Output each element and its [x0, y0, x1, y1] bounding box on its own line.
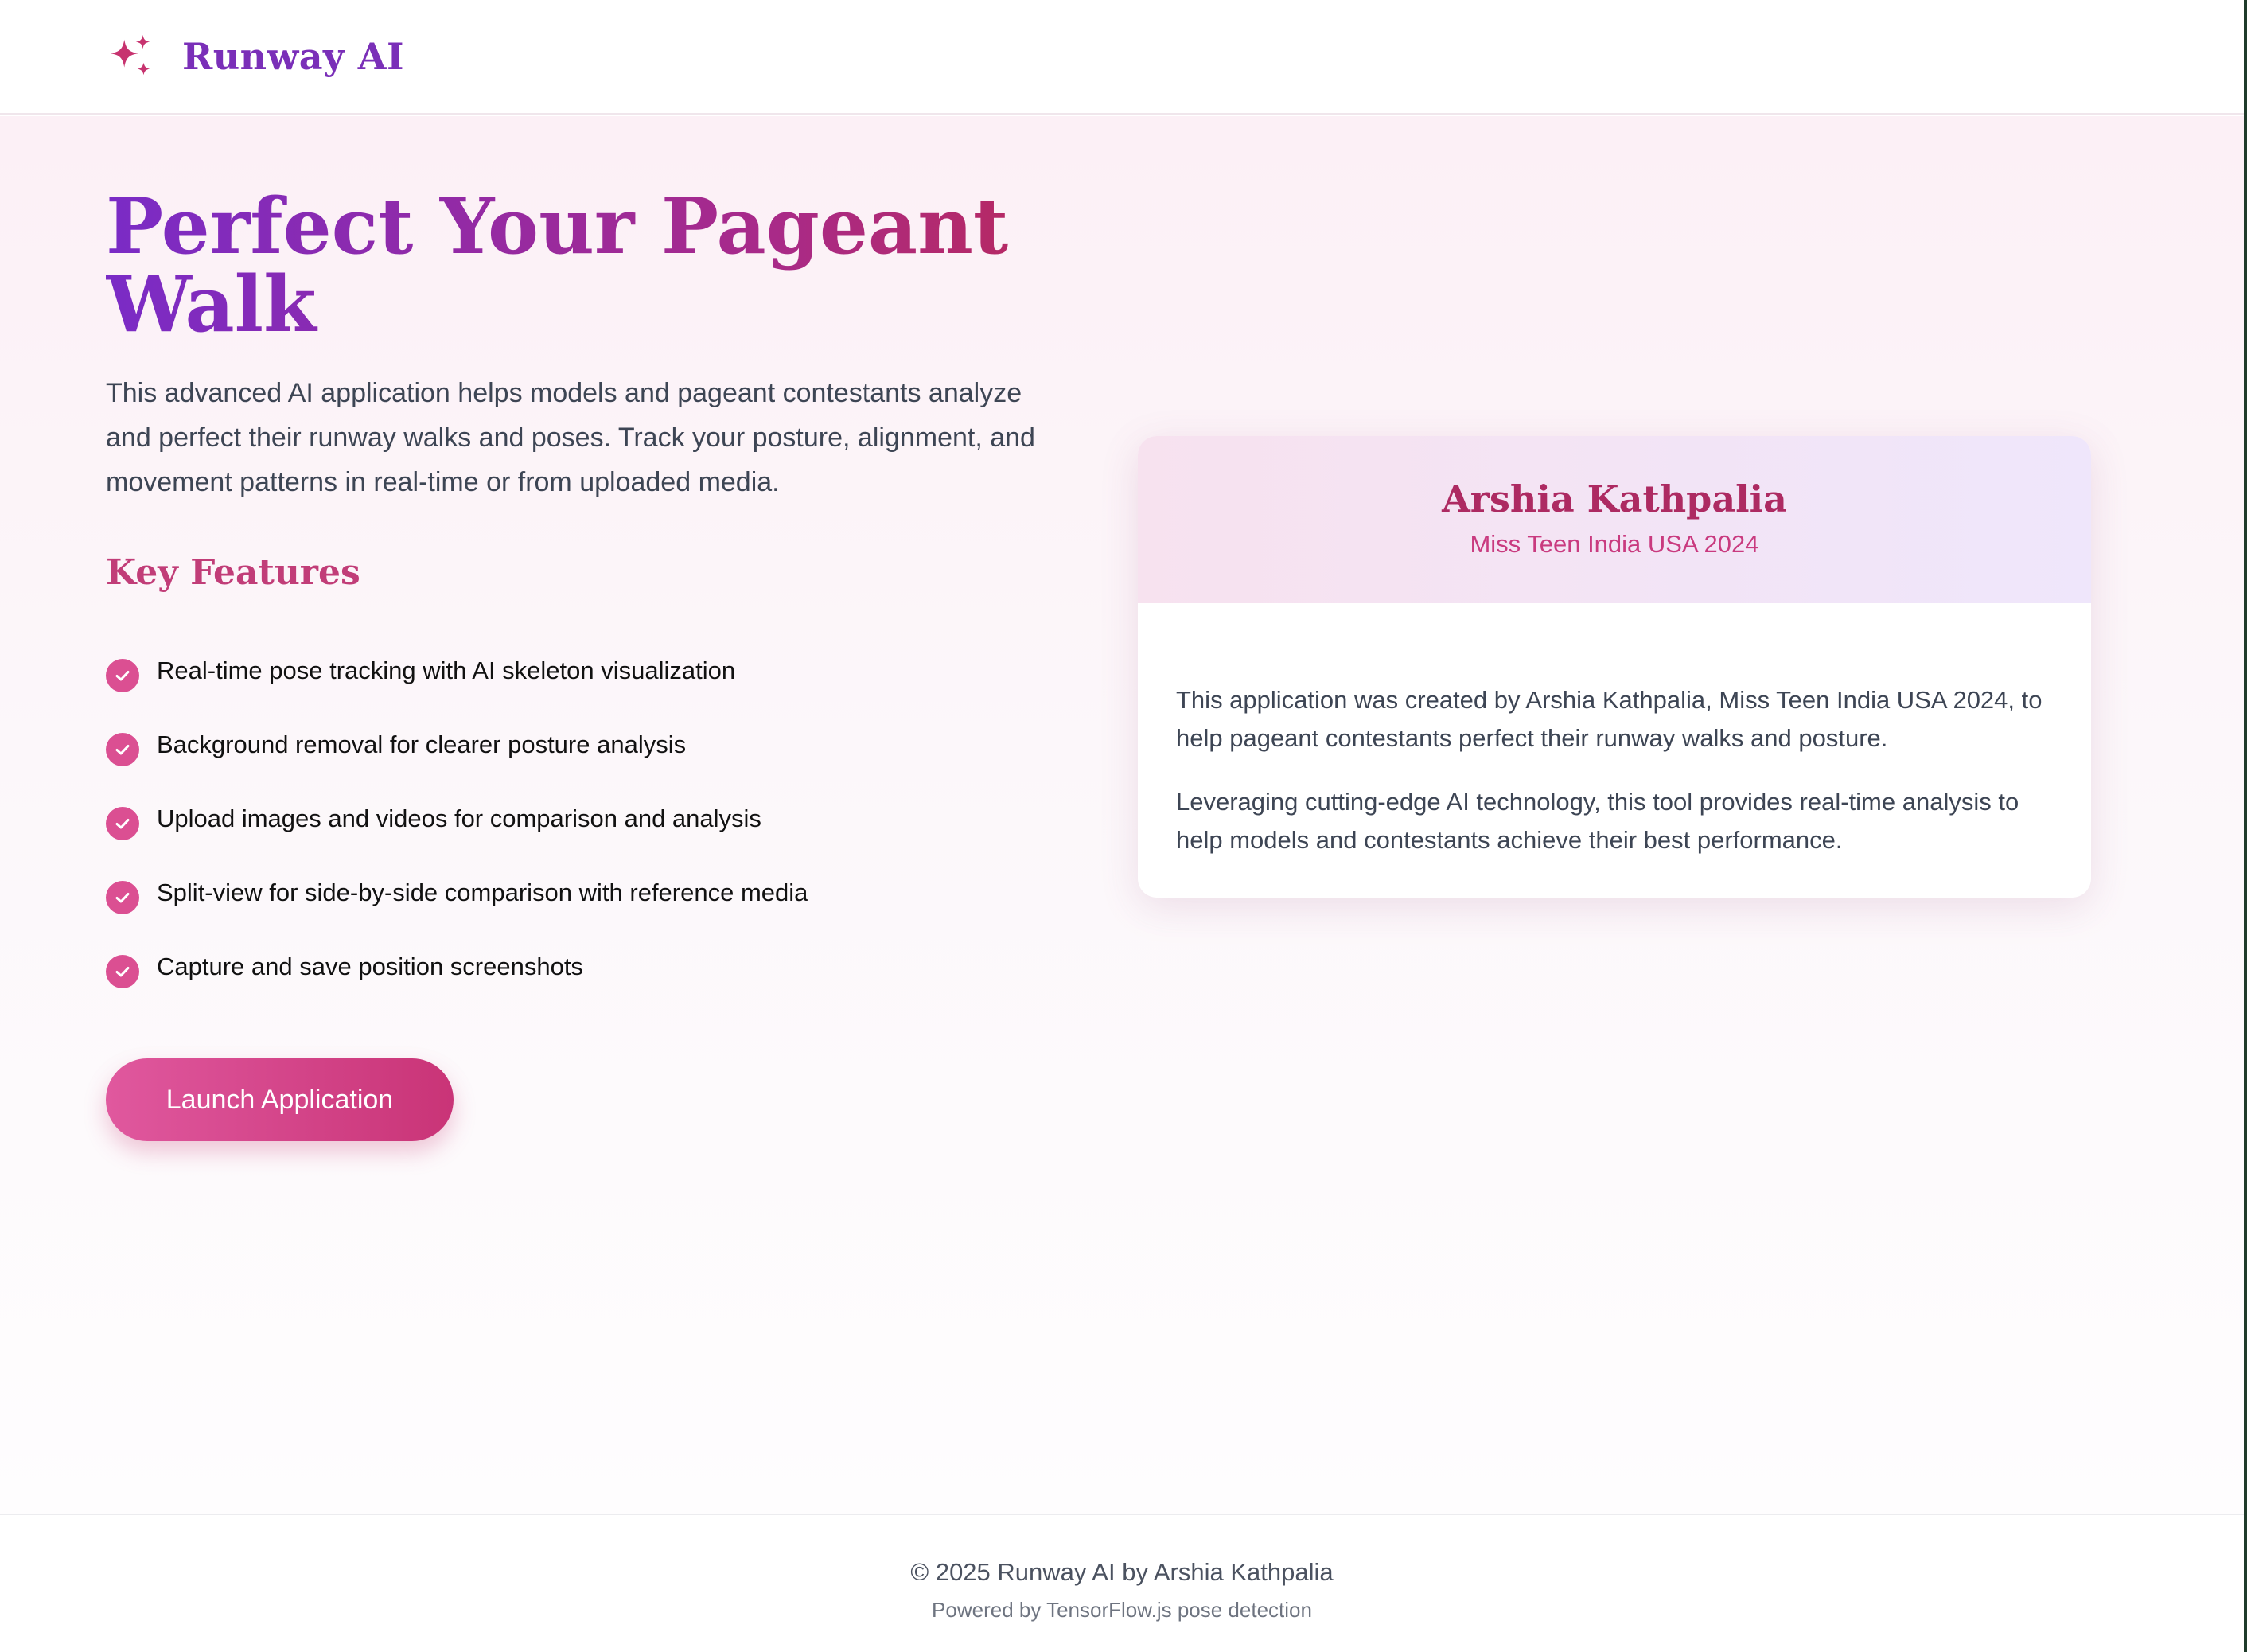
check-circle-icon — [106, 954, 139, 988]
hero-section: Perfect Your Pageant Walk This advanced … — [0, 116, 2244, 1514]
footer-powered-by: Powered by TensorFlow.js pose detection — [932, 1598, 1312, 1622]
top-header: Runway AI — [0, 0, 2244, 115]
hero-title: Perfect Your Pageant Walk — [106, 188, 1061, 344]
brand-logo[interactable]: Runway AI — [106, 30, 404, 83]
creator-card-header: Arshia Kathpalia Miss Teen India USA 202… — [1138, 436, 2091, 603]
feature-text: Upload images and videos for comparison … — [157, 804, 761, 832]
check-circle-icon — [106, 732, 139, 766]
feature-item: Real-time pose tracking with AI skeleton… — [106, 633, 1061, 707]
feature-item: Split-view for side-by-side comparison w… — [106, 855, 1061, 929]
creator-name: Arshia Kathpalia — [1442, 477, 1787, 520]
sparkles-icon — [110, 34, 150, 76]
footer-copyright: © 2025 Runway AI by Arshia Kathpalia — [910, 1558, 1334, 1586]
feature-text: Background removal for clearer posture a… — [157, 730, 687, 758]
page: Runway AI Perfect Your Pageant Walk This… — [0, 0, 2244, 1652]
check-circle-icon — [106, 806, 139, 840]
features-heading: Key Features — [106, 552, 360, 593]
feature-text: Split-view for side-by-side comparison w… — [157, 878, 808, 906]
feature-item: Background removal for clearer posture a… — [106, 707, 1061, 781]
check-circle-icon — [106, 658, 139, 692]
feature-item: Upload images and videos for comparison … — [106, 781, 1061, 855]
feature-text: Capture and save position screenshots — [157, 952, 583, 980]
creator-paragraph: Leveraging cutting-edge AI technology, t… — [1176, 788, 2019, 854]
creator-paragraph: This application was created by Arshia K… — [1176, 686, 2043, 752]
launch-application-button[interactable]: Launch Application — [106, 1058, 454, 1141]
feature-item: Capture and save position screenshots — [106, 929, 1061, 1003]
brand-name: Runway AI — [182, 35, 404, 78]
check-circle-icon — [106, 880, 139, 914]
window-edge — [2244, 0, 2247, 1652]
creator-card: Arshia Kathpalia Miss Teen India USA 202… — [1138, 436, 2091, 898]
feature-list: Real-time pose tracking with AI skeleton… — [106, 633, 1061, 1003]
page-footer: © 2025 Runway AI by Arshia Kathpalia Pow… — [0, 1514, 2244, 1652]
creator-card-body: This application was created by Arshia K… — [1138, 603, 2091, 859]
feature-text: Real-time pose tracking with AI skeleton… — [157, 656, 736, 684]
creator-title: Miss Teen India USA 2024 — [1470, 530, 1759, 558]
hero-description: This advanced AI application helps model… — [106, 378, 1035, 497]
